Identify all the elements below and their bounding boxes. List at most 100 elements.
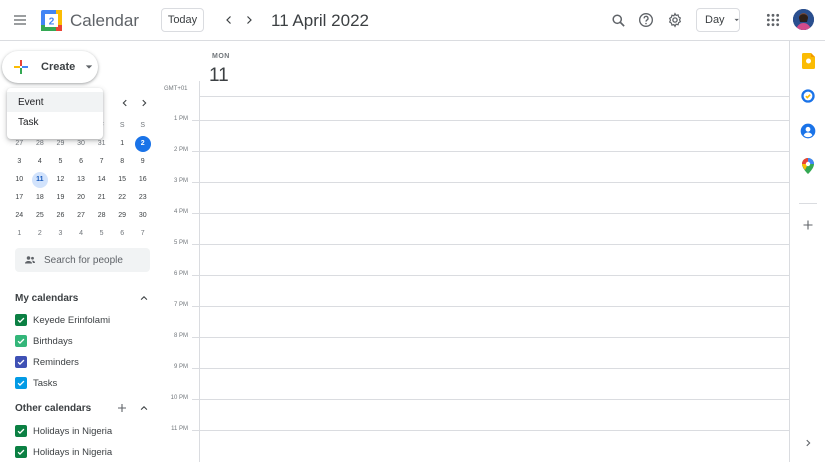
mini-calendar-day[interactable]: 5 [91, 226, 112, 242]
chevron-right-icon [142, 99, 147, 107]
mini-calendar-day[interactable]: 20 [71, 190, 92, 206]
keep-button[interactable] [800, 53, 816, 69]
mini-calendar-day[interactable]: 29 [112, 208, 133, 224]
mini-calendar-day[interactable]: 6 [112, 226, 133, 242]
mini-calendar-day[interactable]: 25 [30, 208, 51, 224]
mini-calendar-day[interactable]: 13 [71, 172, 92, 188]
previous-day-button[interactable] [218, 9, 240, 31]
mini-calendar-day[interactable]: 1 [112, 136, 133, 152]
mini-calendar-day[interactable]: 21 [91, 190, 112, 206]
calendar-logo[interactable]: 2 [41, 10, 62, 31]
calendar-checkbox[interactable] [15, 335, 27, 347]
hamburger-icon [14, 15, 26, 25]
contacts-button[interactable] [800, 123, 816, 139]
mini-calendar-day[interactable]: 28 [91, 208, 112, 224]
calendar-list-item[interactable]: Keyede Erinfolami [15, 312, 110, 328]
calendar-checkbox[interactable] [15, 425, 27, 437]
mini-calendar-week: 3456789 [9, 153, 153, 171]
mini-calendar-day[interactable]: 1 [9, 226, 30, 242]
day-number[interactable]: 11 [209, 65, 229, 87]
chevron-up-icon[interactable] [139, 293, 149, 303]
mini-calendar-day[interactable]: 24 [9, 208, 30, 224]
menu-item-event[interactable]: Event [7, 92, 103, 112]
chevron-left-icon [226, 16, 231, 24]
create-button[interactable]: Create [2, 51, 98, 83]
mini-calendar-day[interactable]: 6 [71, 154, 92, 170]
side-panel-divider [799, 203, 817, 204]
hour-gridline [192, 399, 789, 400]
mini-calendar-day[interactable]: 5 [50, 154, 71, 170]
hour-gridline [192, 120, 789, 121]
checkmark-icon [17, 317, 25, 324]
mini-calendar-week: 10 11 12 13 14 15 16 [9, 171, 153, 189]
calendar-checkbox[interactable] [15, 377, 27, 389]
google-apps-button[interactable] [760, 7, 786, 33]
tasks-icon [801, 89, 815, 103]
mini-calendar-day[interactable]: 7 [91, 154, 112, 170]
other-calendars-title: Other calendars [15, 402, 92, 414]
mini-calendar-day[interactable]: 4 [71, 226, 92, 242]
today-button[interactable]: Today [161, 8, 204, 32]
mini-calendar-day[interactable]: 16 [132, 172, 153, 188]
main-menu-button[interactable] [6, 6, 34, 34]
mini-calendar-day[interactable]: 27 [71, 208, 92, 224]
my-calendars-header[interactable]: My calendars [15, 290, 153, 306]
mini-calendar-next-button[interactable] [136, 95, 152, 111]
mini-calendar-day[interactable]: 9 [132, 154, 153, 170]
mini-calendar-day[interactable]: 15 [112, 172, 133, 188]
chevron-up-icon[interactable] [139, 403, 149, 413]
mini-calendar-day[interactable]: 18 [30, 190, 51, 206]
mini-calendar-day[interactable]: 23 [132, 190, 153, 206]
checkmark-icon [17, 380, 25, 387]
day-view-grid[interactable]: MON 11 GMT+01 1 PM 2 PM 3 PM 4 PM 5 PM 6 PM 7 … [160, 41, 789, 462]
chevron-left-icon [122, 99, 127, 107]
mini-calendar-day[interactable]: 3 [9, 154, 30, 170]
mini-calendar-day[interactable]: 2 [134, 136, 151, 152]
mini-calendar-prev-button[interactable] [117, 95, 133, 111]
mini-calendar-week: 1234567 [9, 225, 153, 243]
search-people-input[interactable] [44, 254, 144, 266]
maps-icon [802, 158, 814, 174]
calendar-checkbox[interactable] [15, 314, 27, 326]
mini-calendar-day[interactable]: 11 [31, 172, 48, 188]
maps-button[interactable] [800, 158, 816, 174]
mini-calendar-day[interactable]: 22 [112, 190, 133, 206]
mini-calendar-day[interactable]: 19 [50, 190, 71, 206]
settings-button[interactable] [662, 7, 688, 33]
help-button[interactable] [633, 7, 659, 33]
menu-item-task[interactable]: Task [7, 112, 103, 132]
calendar-list-item[interactable]: Reminders [15, 354, 79, 370]
calendar-checkbox[interactable] [15, 446, 27, 458]
mini-calendar-week: 24 25 26 27 28 29 30 [9, 207, 153, 225]
plus-icon [14, 60, 28, 74]
mini-calendar-day[interactable]: 17 [9, 190, 30, 206]
expand-side-panel-button[interactable] [800, 435, 816, 451]
next-day-button[interactable] [238, 9, 260, 31]
account-avatar[interactable] [793, 9, 814, 30]
mini-calendar-day[interactable]: 8 [112, 154, 133, 170]
mini-calendar-day[interactable]: 2 [30, 226, 51, 242]
tasks-button[interactable] [800, 88, 816, 104]
mini-calendar-day[interactable]: 3 [50, 226, 71, 242]
mini-calendar-day[interactable]: 14 [91, 172, 112, 188]
search-button[interactable] [605, 7, 631, 33]
calendar-list-item[interactable]: Holidays in Nigeria [15, 423, 112, 439]
search-people-box[interactable] [15, 248, 150, 272]
mini-calendar-day[interactable]: 12 [50, 172, 71, 188]
mini-calendar-day[interactable]: 10 [9, 172, 30, 188]
add-calendar-icon[interactable] [116, 402, 128, 414]
mini-calendar-day[interactable]: 30 [132, 208, 153, 224]
get-addons-button[interactable] [800, 217, 816, 233]
mini-calendar-day[interactable]: 4 [30, 154, 51, 170]
calendar-list-item[interactable]: Birthdays [15, 333, 73, 349]
mini-calendar-day[interactable]: 26 [50, 208, 71, 224]
other-calendars-header[interactable]: Other calendars [15, 400, 153, 416]
calendar-checkbox[interactable] [15, 356, 27, 368]
view-select-label: Day [705, 14, 725, 26]
view-select[interactable]: Day [696, 8, 740, 32]
checkmark-icon [17, 338, 25, 345]
mini-calendar-day[interactable]: 7 [132, 226, 153, 242]
calendar-list-item[interactable]: Tasks [15, 375, 57, 391]
time-gutter-divider [199, 81, 200, 462]
calendar-list-item[interactable]: Holidays in Nigeria [15, 444, 112, 460]
